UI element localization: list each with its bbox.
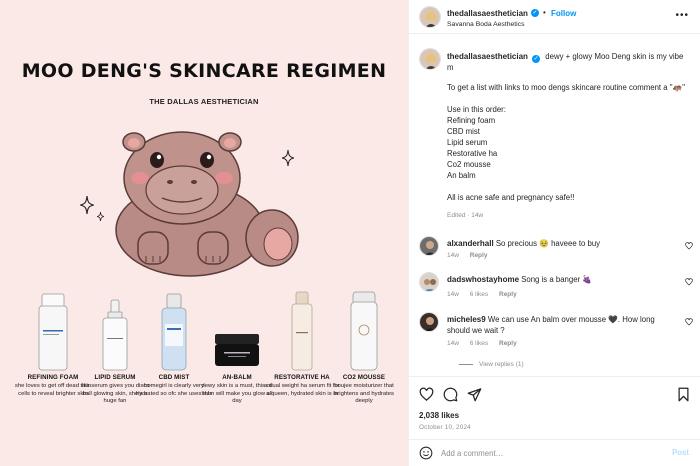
post-sidebar: thedallasaesthetician ✓ • Follow Savanna… — [408, 0, 700, 466]
view-replies-label: View replies (1) — [479, 361, 524, 368]
caption-line: Restorative ha — [447, 149, 498, 158]
avatar[interactable] — [419, 312, 439, 332]
caption-line: Co2 mousse — [447, 160, 491, 169]
like-comment-heart-icon[interactable] — [685, 318, 693, 326]
post-image-subtitle: THE DALLAS AESTHETICIAN — [149, 97, 259, 106]
post-comment-button[interactable]: Post — [672, 448, 689, 457]
reply-button[interactable]: Reply — [499, 291, 517, 298]
comment-username[interactable]: dadswhostayhome — [447, 275, 519, 284]
more-options-icon[interactable]: ••• — [675, 10, 689, 21]
comment-item: dadswhostayhome Song is a banger 🍇 14w 6… — [409, 272, 700, 316]
comment-bubble-icon[interactable] — [443, 387, 458, 402]
product-an-balm: AN-BALM dewy skin is a must, this oil ba… — [201, 286, 273, 426]
avatar[interactable] — [419, 272, 439, 292]
product-name: CO2 MOUSSE — [342, 374, 386, 381]
comment-body: Song is a banger 🍇 — [521, 275, 593, 284]
comment-likes[interactable]: 6 likes — [470, 340, 488, 347]
comment-meta: 14w 6 likes Reply — [447, 340, 526, 347]
post-actions: 2,038 likes October 10, 2024 Post — [409, 376, 700, 462]
header-username[interactable]: thedallasaesthetician — [447, 9, 528, 18]
hippo-mascot-illustration — [115, 131, 299, 277]
verified-badge-icon: ✓ — [531, 9, 539, 17]
comment-text: micheles9 We can use An balm over mousse… — [447, 314, 679, 336]
caption-line: Lipid serum — [447, 138, 488, 147]
emoji-icon[interactable] — [419, 446, 433, 460]
comment-username[interactable]: micheles9 — [447, 315, 486, 324]
post-image-title: MOO DENG'S SKINCARE REGIMEN — [21, 60, 387, 82]
likes-count[interactable]: 2,038 likes — [419, 411, 459, 420]
caption-headline: thedallasaesthetician ✓ dewy + glowy Moo… — [447, 51, 687, 73]
caption-edited-meta: Edited · 14w — [447, 212, 484, 219]
product-lipid-serum: LIPID SERUM this serum gives you disco b… — [80, 286, 150, 426]
caption-line: An balm — [447, 171, 476, 180]
comment-likes[interactable]: 6 likes — [470, 291, 488, 298]
caption-body: To get a list with links to moo dengs sk… — [447, 82, 687, 203]
caption-username[interactable]: thedallasaesthetician — [447, 52, 528, 61]
caption-line: CBD mist — [447, 127, 480, 136]
comment-age: 14w — [447, 252, 459, 259]
product-name: AN-BALM — [222, 374, 252, 381]
avatar[interactable] — [419, 6, 441, 28]
avatar[interactable] — [419, 48, 441, 70]
comment-meta: 14w 6 likes Reply — [447, 291, 526, 298]
comment-text: dadswhostayhome Song is a banger 🍇 — [447, 274, 679, 285]
view-replies-button[interactable]: View replies (1) — [459, 361, 524, 368]
save-bookmark-icon[interactable] — [676, 387, 691, 402]
view-replies-line — [459, 363, 473, 365]
post-header: thedallasaesthetician ✓ • Follow Savanna… — [409, 0, 700, 34]
header-subline[interactable]: Savanna Boda Aesthetics — [447, 21, 524, 28]
comment-age: 14w — [447, 340, 459, 347]
add-comment-input[interactable] — [441, 446, 641, 460]
caption-line: Refining foam — [447, 116, 496, 125]
reply-button[interactable]: Reply — [470, 252, 488, 259]
verified-badge-icon: ✓ — [532, 55, 541, 63]
like-heart-icon[interactable] — [419, 387, 434, 402]
post-image[interactable]: MOO DENG'S SKINCARE REGIMEN THE DALLAS A… — [0, 0, 408, 466]
product-co2-mousse: CO2 MOUSSE boujee moisturizer that brigh… — [331, 286, 397, 426]
like-comment-heart-icon[interactable] — [685, 242, 693, 250]
comment-username[interactable]: alxanderhall — [447, 239, 494, 248]
comment-age: 14w — [447, 291, 459, 298]
add-comment-bar: Post — [409, 439, 700, 466]
comment-text: alxanderhall So precious 🥹 haveee to buy — [447, 238, 679, 249]
caption-line: Use in this order: — [447, 105, 506, 114]
caption-line: To get a list with links to moo dengs sk… — [447, 83, 685, 92]
comment-meta: 14w Reply — [447, 252, 496, 259]
share-send-icon[interactable] — [467, 387, 482, 402]
caption-line: All is acne safe and pregnancy safe!! — [447, 193, 575, 202]
product-description: boujee moisturizer that brightens and hy… — [334, 383, 394, 405]
post-date: October 10, 2024 — [419, 424, 471, 431]
reply-button[interactable]: Reply — [499, 340, 517, 347]
follow-button[interactable]: Follow — [551, 9, 576, 18]
avatar[interactable] — [419, 236, 439, 256]
like-comment-heart-icon[interactable] — [685, 278, 693, 286]
comment-item: micheles9 We can use An balm over mousse… — [409, 312, 700, 356]
comment-body: So precious 🥹 haveee to buy — [495, 239, 601, 248]
separator-dot: • — [543, 8, 546, 17]
